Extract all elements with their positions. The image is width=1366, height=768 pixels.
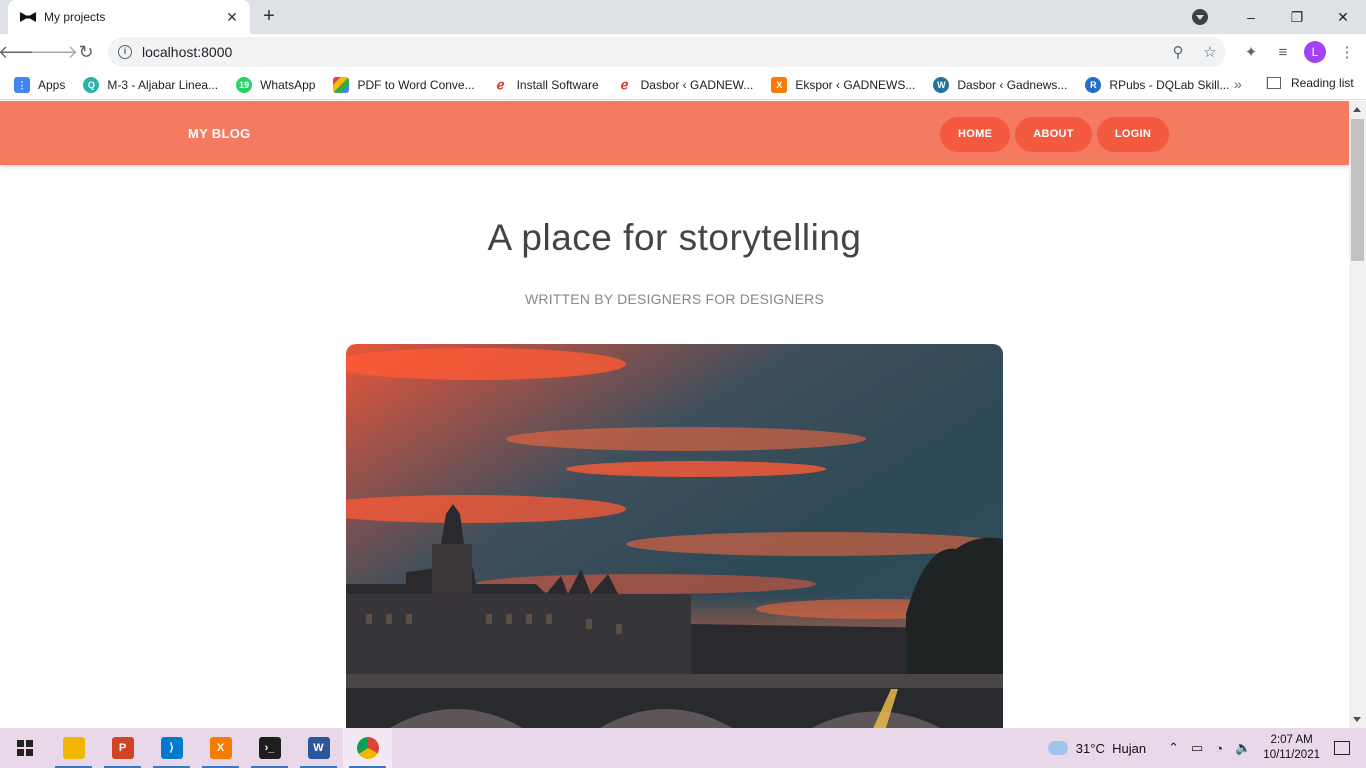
hero-subtitle: WRITTEN BY DESIGNERS FOR DESIGNERS (524, 291, 825, 307)
new-tab-button[interactable]: + (258, 6, 280, 28)
word-icon: W (307, 737, 330, 759)
forward-button[interactable]: 🡒 (30, 36, 78, 68)
bookmark-item[interactable]: PDF to Word Conve... (333, 76, 475, 93)
show-hidden-icons-chevron-icon[interactable]: ⌃ (1168, 740, 1179, 756)
browser-toolbar: 🡐 🡒 ↻ i localhost:8000 ⚲ ☆ ✦ ≡ L ⋮ (0, 34, 1366, 70)
quizizz-icon: Q (83, 76, 100, 93)
weather-rain-icon (1047, 741, 1068, 755)
site-info-icon[interactable]: i (118, 45, 132, 59)
tab-close-icon[interactable]: ✕ (224, 9, 240, 26)
bookmark-item[interactable]: R RPubs - DQLab Skill... (1085, 76, 1229, 93)
volume-icon[interactable]: 🔈 (1235, 740, 1251, 756)
taskbar-terminal[interactable]: ›_ (245, 728, 294, 768)
apps-grid-icon: ⋮ (14, 76, 30, 93)
system-clock[interactable]: 2:07 AM 10/11/2021 (1263, 733, 1320, 763)
windows-start-icon (16, 740, 33, 756)
battery-icon[interactable]: ▭ (1191, 740, 1203, 756)
terminal-icon: ›_ (258, 737, 281, 759)
site-brand-link[interactable]: MY BLOG (188, 126, 251, 141)
scroll-thumb[interactable] (1351, 119, 1364, 261)
page-scrollbar[interactable] (1349, 101, 1366, 728)
bookmark-item[interactable]: ⋮ Apps (14, 76, 65, 93)
file-explorer-icon (62, 737, 85, 759)
taskbar-vscode[interactable]: ⟩ (147, 728, 196, 768)
clock-date: 10/11/2021 (1263, 749, 1320, 761)
bookmark-star-icon[interactable]: ☆ (1194, 43, 1226, 61)
bookmark-item[interactable]: X Ekspor ‹ GADNEWS... (771, 76, 915, 93)
wifi-icon[interactable]: ◔ (1215, 741, 1223, 756)
hero-image (346, 344, 1003, 728)
toolbar-right: ✦ ≡ L ⋮ (1240, 37, 1358, 67)
more-bookmarks-icon[interactable]: » (1234, 76, 1242, 92)
tab-strip: My projects ✕ + – ❐ ✕ (0, 0, 1366, 34)
vscode-icon: ⟩ (160, 737, 183, 759)
taskbar-xampp[interactable]: X (196, 728, 245, 768)
menu-kebab-icon[interactable]: ⋮ (1336, 43, 1358, 61)
dashboard-icon: ℯ (620, 76, 629, 92)
bookmark-item[interactable]: ℯ Install Software (493, 77, 599, 93)
reading-list-icon (1267, 77, 1281, 89)
address-bar[interactable]: i localhost:8000 ⚲ ☆ (108, 37, 1226, 67)
rpubs-icon: R (1085, 76, 1102, 93)
notification-center-icon[interactable] (1334, 741, 1350, 755)
tab-title: My projects (44, 10, 106, 24)
page-viewport: MY BLOG HOME ABOUT LOGIN A place for sto… (0, 101, 1349, 728)
tab-search-icon[interactable] (1192, 9, 1208, 25)
xampp-icon: X (771, 76, 788, 93)
pdf-converter-icon (333, 76, 350, 93)
taskbar-chrome[interactable] (343, 728, 392, 768)
xampp-icon: X (209, 737, 232, 759)
clock-time: 2:07 AM (1270, 734, 1313, 746)
nav-links: HOME ABOUT LOGIN (940, 117, 1170, 152)
bookmark-item[interactable]: 19 WhatsApp (236, 76, 315, 93)
start-button[interactable] (0, 728, 49, 768)
url-text[interactable]: localhost:8000 (142, 44, 1162, 60)
install-icon: ℯ (496, 76, 505, 92)
nav-home-button[interactable]: HOME (940, 117, 1011, 152)
weather-widget[interactable]: 31°C Hujan (1047, 740, 1147, 756)
taskbar-file-explorer[interactable] (49, 728, 98, 768)
bookmark-item[interactable]: W Dasbor ‹ Gadnews... (933, 76, 1067, 93)
site-navbar: MY BLOG HOME ABOUT LOGIN (0, 101, 1349, 165)
zoom-search-icon[interactable]: ⚲ (1162, 43, 1194, 61)
window-controls: – ❐ ✕ (1192, 0, 1366, 34)
close-window-button[interactable]: ✕ (1320, 0, 1366, 34)
restore-button[interactable]: ❐ (1274, 0, 1320, 34)
taskbar-word[interactable]: W (294, 728, 343, 768)
whatsapp-icon: 19 (236, 76, 253, 93)
reading-list-button[interactable]: Reading list (1266, 76, 1354, 90)
wordpress-icon: W (933, 76, 950, 93)
nav-about-button[interactable]: ABOUT (1015, 117, 1092, 152)
system-tray: 31°C Hujan ⌃ ▭ ◔ 🔈 2:07 AM 10/11/2021 (1047, 728, 1366, 768)
chrome-icon (356, 737, 379, 759)
bookmark-item[interactable]: ℯ Dasbor ‹ GADNEW... (617, 77, 754, 93)
scroll-up-icon[interactable] (1353, 107, 1361, 112)
taskbar-powerpoint[interactable]: P (98, 728, 147, 768)
reload-button[interactable]: ↻ (70, 36, 102, 68)
nav-login-button[interactable]: LOGIN (1096, 117, 1170, 152)
windows-taskbar: P ⟩ X ›_ W 31°C Hujan ⌃ ▭ ◔ 🔈 2:07 AM 10… (0, 728, 1366, 768)
hero-title: A place for storytelling (487, 217, 862, 258)
extensions-icon[interactable]: ✦ (1240, 43, 1262, 61)
browser-tab[interactable]: My projects ✕ (8, 0, 250, 34)
bookmarks-bar: ⋮ Apps Q M-3 - Aljabar Linea... 19 WhatsApp… (0, 70, 1366, 100)
powerpoint-icon: P (111, 737, 134, 759)
media-queue-icon[interactable]: ≡ (1272, 44, 1294, 61)
weather-temp: 31°C (1075, 740, 1105, 756)
profile-avatar[interactable]: L (1304, 41, 1326, 63)
bowtie-favicon-icon (20, 9, 36, 25)
minimize-button[interactable]: – (1228, 0, 1274, 34)
weather-text: Hujan (1112, 740, 1147, 756)
bookmark-item[interactable]: Q M-3 - Aljabar Linea... (83, 76, 218, 93)
scroll-down-icon[interactable] (1353, 717, 1361, 722)
